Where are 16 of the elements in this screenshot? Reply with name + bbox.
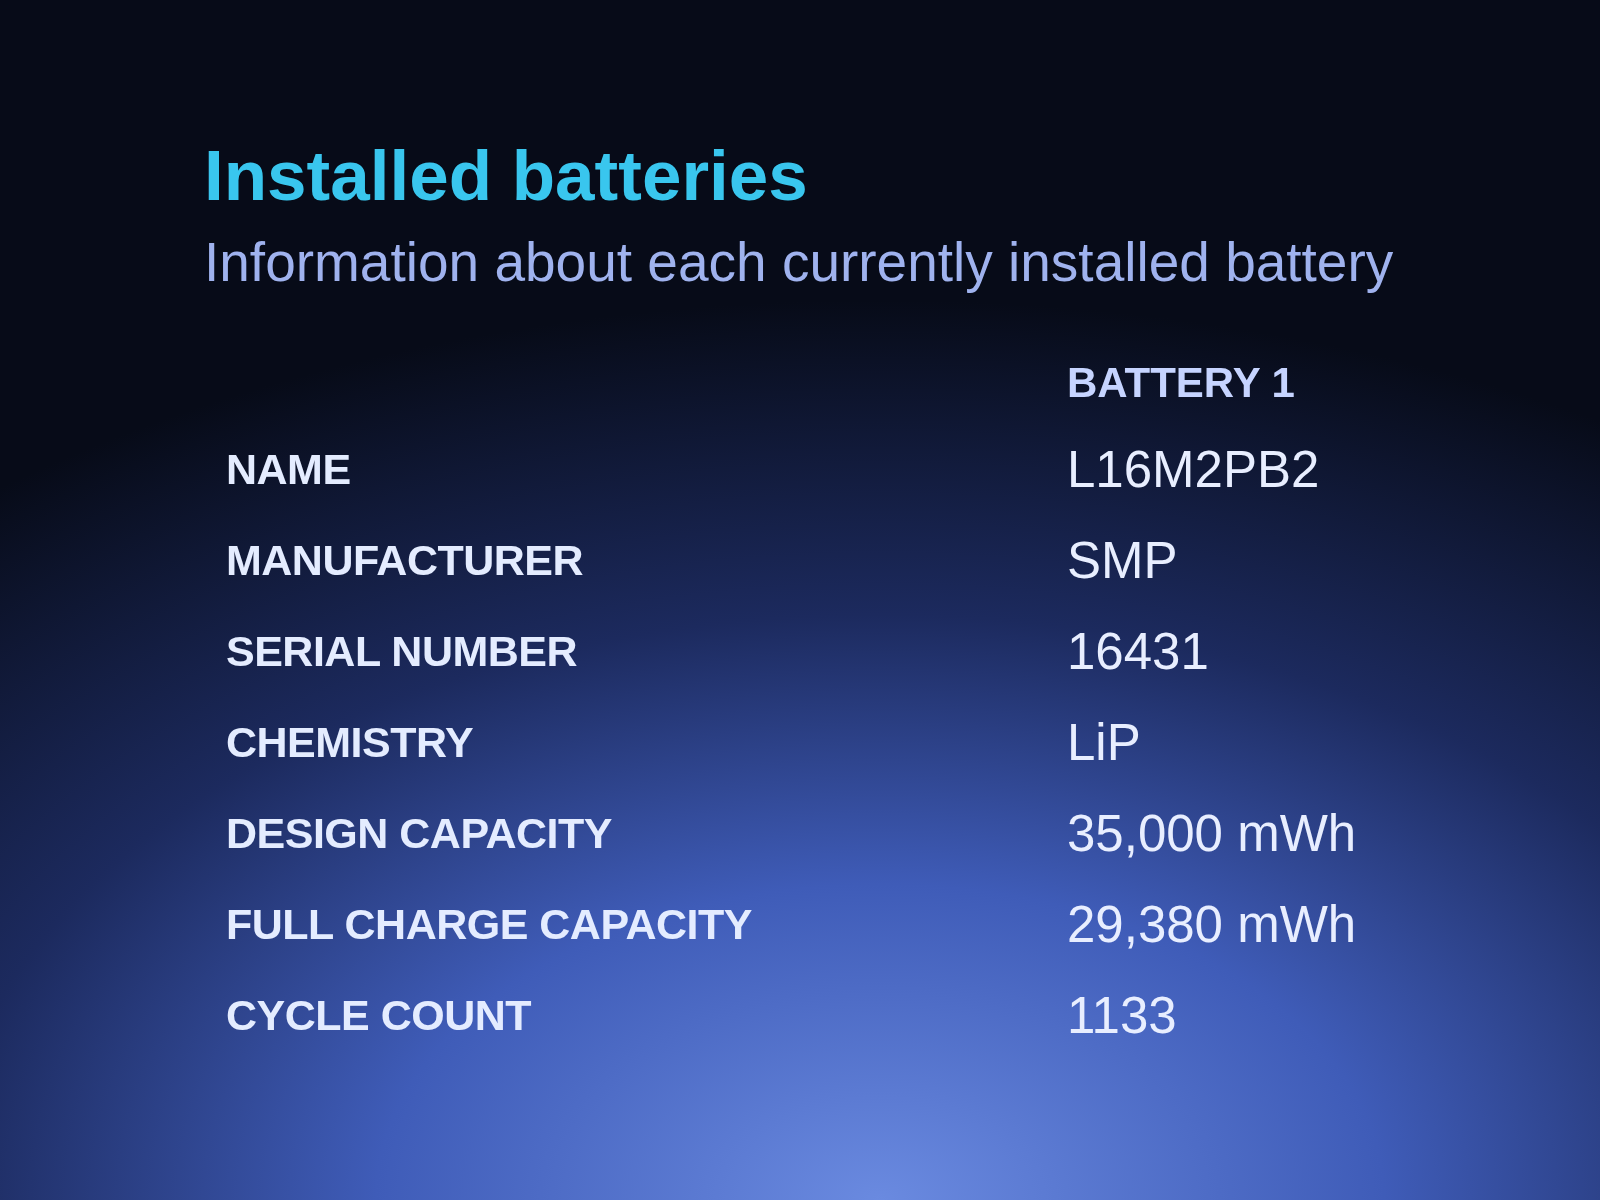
row-label: DESIGN CAPACITY xyxy=(226,812,612,855)
row-label: FULL CHARGE CAPACITY xyxy=(226,903,752,946)
row-value: 1133 xyxy=(1067,990,1177,1041)
row-label: MANUFACTURER xyxy=(226,539,584,582)
row-label: CHEMISTRY xyxy=(226,721,474,764)
row-value: 29,380 mWh xyxy=(1067,899,1357,950)
column-header: BATTERY 1 xyxy=(1067,362,1295,404)
row-label: NAME xyxy=(226,448,351,491)
row-value: 16431 xyxy=(1067,626,1209,677)
row-value: 35,000 mWh xyxy=(1067,808,1357,859)
page-title: Installed batteries xyxy=(204,140,808,211)
row-value: L16M2PB2 xyxy=(1067,444,1320,495)
row-label: SERIAL NUMBER xyxy=(226,630,578,673)
row-value: LiP xyxy=(1067,717,1141,768)
row-label: CYCLE COUNT xyxy=(226,994,532,1037)
row-value: SMP xyxy=(1067,535,1178,586)
